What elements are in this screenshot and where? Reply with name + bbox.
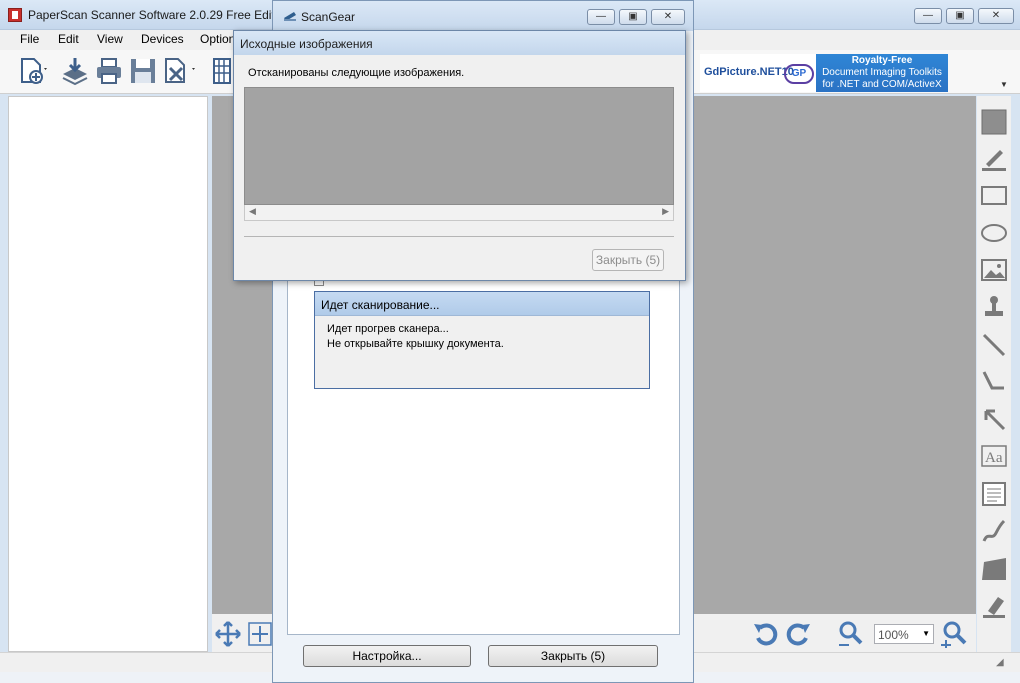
menu-edit[interactable]: Edit [58, 32, 79, 46]
freehand-icon[interactable] [980, 517, 1008, 548]
scanning-dialog-title: Идет сканирование... [315, 292, 649, 316]
scroll-right-icon[interactable]: ▶ [662, 206, 669, 217]
connector-icon[interactable] [980, 368, 1008, 399]
print-icon[interactable] [94, 56, 124, 86]
grid-view-icon[interactable] [212, 56, 232, 86]
ad-line-1: Royalty-Free [851, 55, 913, 66]
toolbar-overflow-icon[interactable]: ▼ [1000, 80, 1012, 92]
highlighter-icon[interactable] [980, 144, 1008, 175]
ad-line-3: for .NET and COM/ActiveX [822, 79, 942, 90]
source-dialog-close-button[interactable]: Закрыть (5) [592, 249, 664, 271]
scangear-title: ScanGear [301, 10, 356, 24]
settings-button[interactable]: Настройка... [303, 645, 471, 667]
line-icon[interactable] [980, 331, 1008, 362]
image-icon[interactable] [980, 256, 1008, 287]
source-images-message: Отсканированы следующие изображения. [248, 67, 465, 79]
fit-icon[interactable] [246, 620, 274, 651]
scangear-close-icon[interactable]: ✕ [651, 9, 685, 25]
annotation-toolbar: Aa [977, 96, 1011, 652]
menu-devices[interactable]: Devices [141, 32, 184, 46]
scanning-status-line-1: Идет прогрев сканера... [327, 323, 449, 335]
polygon-icon[interactable] [980, 554, 1008, 585]
main-window-title: PaperScan Scanner Software 2.0.29 Free E… [28, 8, 291, 22]
scangear-minimize-icon[interactable]: — [587, 9, 615, 25]
menu-view[interactable]: View [97, 32, 123, 46]
paperscan-app-icon [8, 8, 22, 22]
scanned-images-preview[interactable] [244, 87, 674, 205]
ellipse-icon[interactable] [980, 219, 1008, 250]
zoom-value: 100% [878, 628, 909, 642]
dialog-separator [244, 236, 674, 237]
scangear-close-button[interactable]: Закрыть (5) [488, 645, 658, 667]
menu-file[interactable]: File [20, 32, 39, 46]
ad-text-block: Royalty-Free Document Imaging Toolkits f… [816, 54, 948, 92]
scangear-maximize-icon[interactable]: ▣ [619, 9, 647, 25]
chevron-down-icon: ▼ [922, 629, 930, 638]
zoom-out-icon[interactable] [836, 620, 866, 651]
scanning-dialog: Идет сканирование... Идет прогрев сканер… [314, 291, 650, 389]
eraser-icon[interactable] [980, 591, 1008, 622]
resize-grip-icon[interactable]: ◢ [996, 657, 1004, 668]
move-icon[interactable] [214, 620, 242, 651]
save-icon[interactable] [128, 56, 158, 86]
stamp-icon[interactable] [980, 293, 1008, 324]
thumbnail-panel[interactable] [8, 96, 208, 652]
rotate-left-icon[interactable] [752, 620, 780, 651]
rotate-right-icon[interactable] [784, 620, 812, 651]
minimize-icon[interactable]: — [914, 8, 942, 24]
scan-download-icon[interactable] [60, 56, 90, 86]
scroll-left-icon[interactable]: ◀ [249, 206, 256, 217]
source-images-dialog: Исходные изображения Отсканированы следу… [233, 30, 686, 281]
source-images-title: Исходные изображения [234, 31, 685, 55]
new-document-icon[interactable] [18, 56, 48, 86]
rectangle-icon[interactable] [980, 182, 1008, 213]
scanning-status-line-2: Не открывайте крышку документа. [327, 338, 504, 350]
ad-brand: GdPicture.NET10 [704, 66, 794, 78]
ad-logo: GP [784, 64, 814, 84]
text-icon[interactable]: Aa [980, 442, 1008, 473]
ad-line-2: Document Imaging Toolkits [822, 67, 942, 78]
maximize-icon[interactable]: ▣ [946, 8, 974, 24]
ad-banner[interactable]: GdPicture.NET10 GP Royalty-Free Document… [700, 54, 948, 92]
svg-text:Aa: Aa [985, 450, 1003, 466]
delete-icon[interactable] [162, 56, 196, 86]
rectangle-filled-icon[interactable] [980, 108, 1008, 139]
zoom-in-icon[interactable] [938, 620, 968, 651]
close-icon[interactable]: ✕ [978, 8, 1014, 24]
note-icon[interactable] [980, 480, 1008, 511]
arrow-icon[interactable] [980, 405, 1008, 436]
scanner-icon [283, 10, 297, 25]
preview-horizontal-scrollbar[interactable]: ◀ ▶ [244, 205, 674, 221]
zoom-select[interactable]: 100% ▼ [874, 624, 934, 644]
